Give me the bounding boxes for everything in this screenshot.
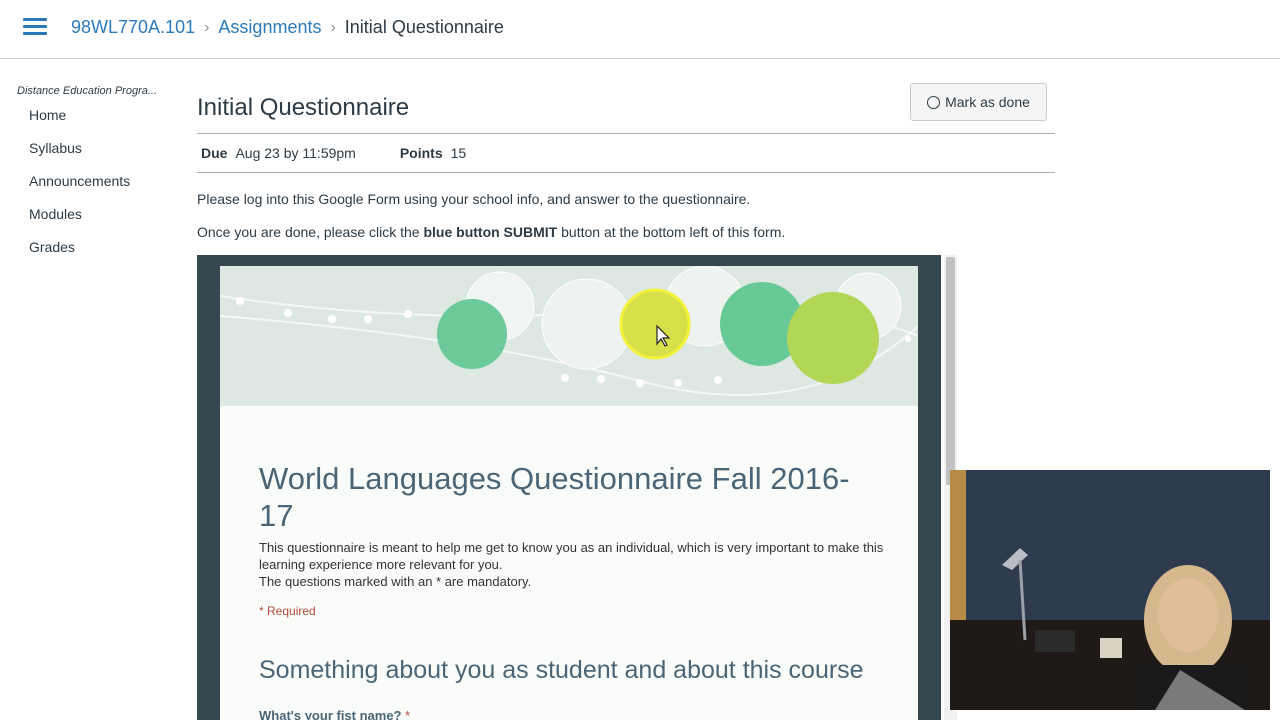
instruction-bold-text: blue button SUBMIT [423, 224, 558, 240]
form-section-title: Something about you as student and about… [259, 656, 864, 684]
circle-icon [927, 95, 941, 109]
webcam-video [950, 470, 1270, 710]
breadcrumb-assignments[interactable]: Assignments [218, 17, 321, 38]
embedded-form-frame[interactable]: World Languages Questionnaire Fall 2016-… [197, 255, 941, 720]
due-value: Aug 23 by 11:59pm [235, 145, 356, 161]
course-subtitle: Distance Education Progra... [17, 85, 158, 97]
assignment-details: Due Aug 23 by 11:59pm Points 15 [201, 145, 510, 161]
sidebar-item-grades[interactable]: Grades [29, 237, 130, 270]
instruction-submit: Once you are done, please click the blue… [197, 224, 785, 240]
lanterns-illustration [220, 266, 918, 406]
sidebar-item-home[interactable]: Home [29, 105, 130, 138]
form-header-image [220, 266, 918, 406]
mark-as-done-label: Mark as done [945, 94, 1030, 110]
points-label: Points [399, 145, 443, 161]
frame-scrollbar-thumb[interactable] [946, 257, 955, 485]
form-description: This questionnaire is meant to help me g… [259, 539, 899, 590]
instruction-text-part: button at the bottom left of this form. [557, 224, 786, 240]
sidebar-item-modules[interactable]: Modules [29, 204, 130, 237]
divider [197, 172, 1055, 173]
breadcrumb-course[interactable]: 98WL770A.101 [71, 17, 195, 38]
question-label: What's your fist name? [259, 708, 402, 720]
page-title: Initial Questionnaire [197, 94, 410, 121]
top-bar: 98WL770A.101 › Assignments › Initial Que… [0, 0, 1280, 59]
breadcrumb-separator-icon: › [330, 18, 336, 36]
breadcrumb-current: Initial Questionnaire [344, 17, 504, 37]
due-label: Due [201, 145, 228, 161]
form-card: World Languages Questionnaire Fall 2016-… [220, 406, 918, 720]
breadcrumb: 98WL770A.101 › Assignments › Initial Que… [71, 17, 504, 38]
instruction-text: Please log into this Google Form using y… [197, 191, 751, 207]
instruction-text-part: Once you are done, please click the [197, 224, 424, 240]
webcam-frame [950, 470, 1270, 710]
question-first-name: What's your fist name? * [259, 708, 410, 720]
form-description-line: The questions marked with an * are manda… [259, 574, 532, 589]
points-value: 15 [450, 145, 467, 161]
mark-as-done-button[interactable]: Mark as done [910, 83, 1047, 121]
sidebar-item-announcements[interactable]: Announcements [29, 171, 130, 204]
breadcrumb-separator-icon: › [204, 18, 210, 36]
hamburger-menu-icon[interactable] [23, 18, 47, 36]
course-nav: Home Syllabus Announcements Modules Grad… [29, 105, 130, 270]
required-note: * Required [259, 604, 316, 618]
form-description-line: This questionnaire is meant to help me g… [259, 540, 884, 572]
sidebar-item-syllabus[interactable]: Syllabus [29, 138, 130, 171]
required-star: * [405, 708, 411, 720]
divider [197, 133, 1055, 134]
form-title: World Languages Questionnaire Fall 2016-… [259, 461, 850, 533]
